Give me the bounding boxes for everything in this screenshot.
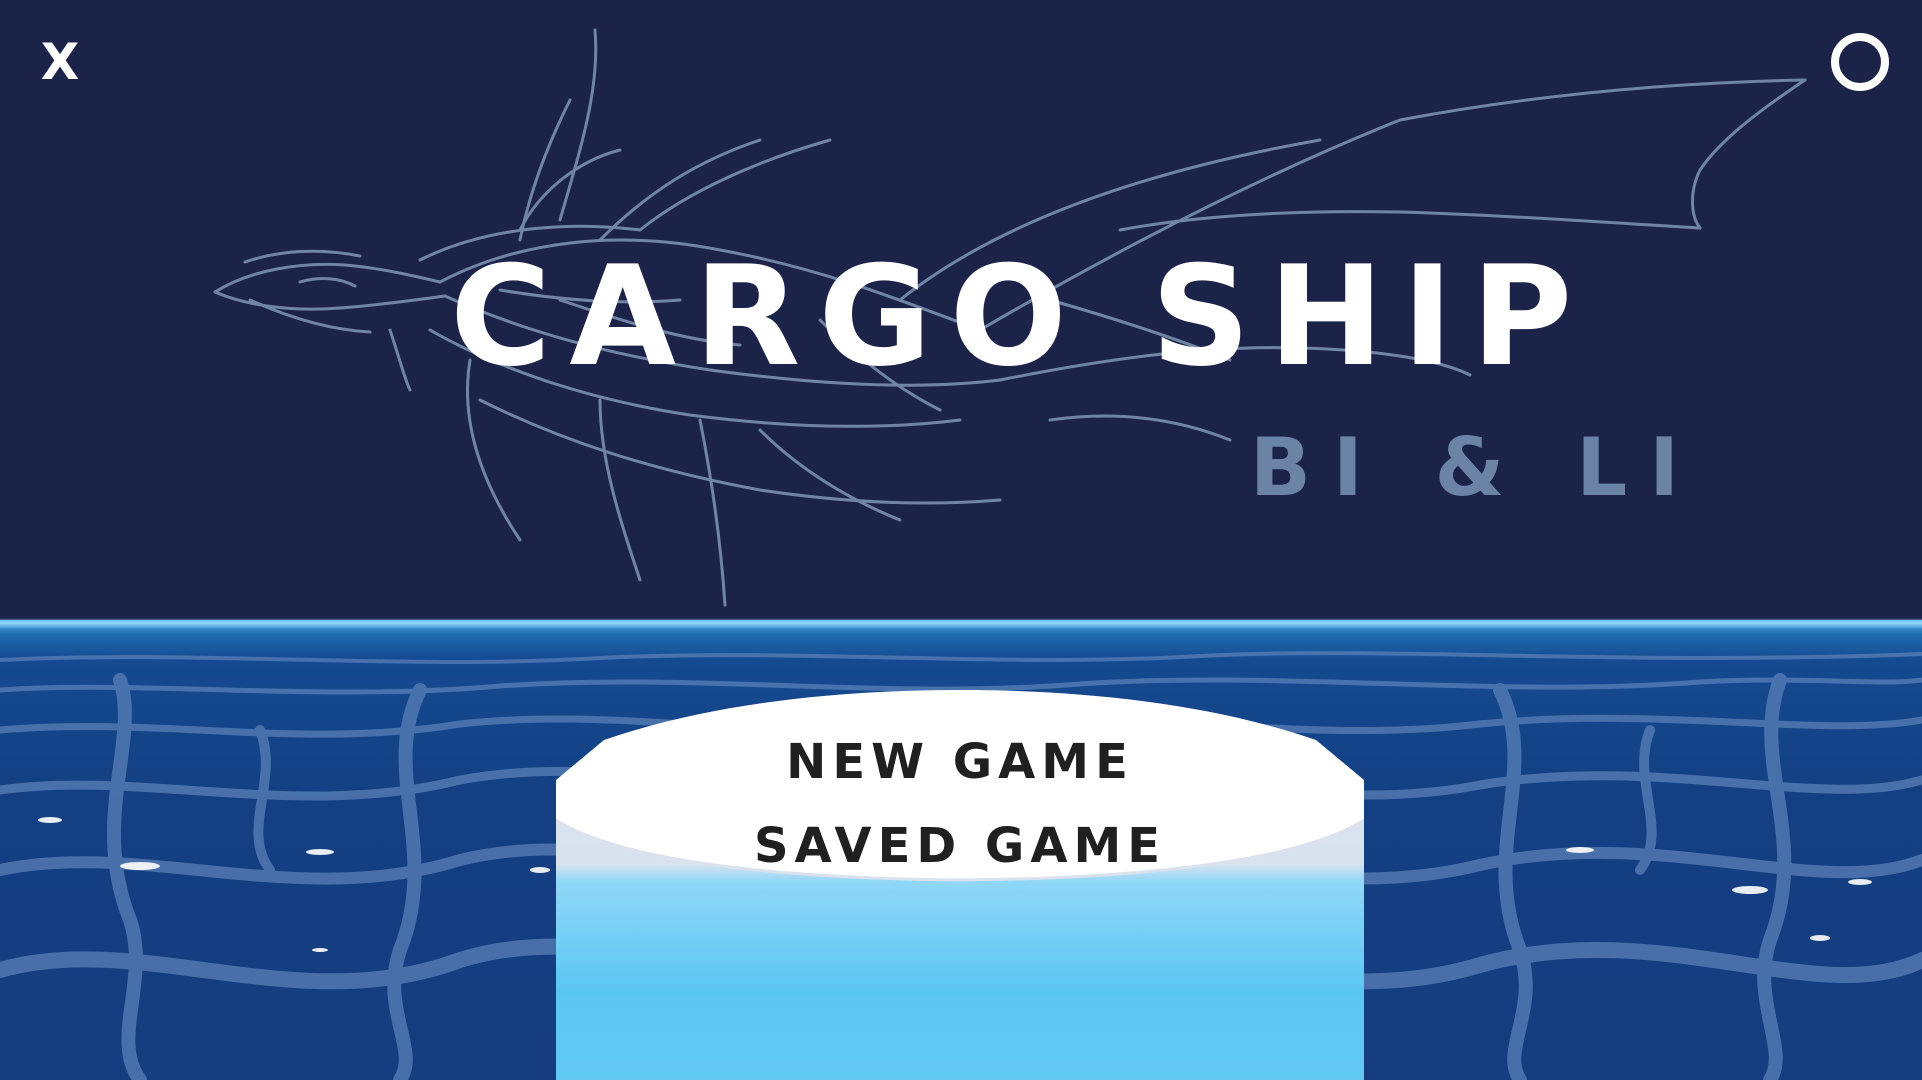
game-main-menu-screen: CARGO SHIP BI & LI X NEW GAME SAVED GAME bbox=[0, 0, 1922, 1080]
close-button[interactable]: X bbox=[28, 30, 92, 94]
settings-button[interactable] bbox=[1828, 30, 1892, 94]
horizon-glow bbox=[0, 618, 1922, 628]
close-icon: X bbox=[40, 33, 80, 91]
game-title: CARGO SHIP bbox=[450, 236, 1591, 397]
new-game-button[interactable]: NEW GAME bbox=[556, 738, 1364, 786]
circle-menu-icon bbox=[1831, 33, 1889, 91]
saved-game-button[interactable]: SAVED GAME bbox=[556, 822, 1364, 870]
game-subtitle: BI & LI bbox=[1250, 421, 1701, 514]
